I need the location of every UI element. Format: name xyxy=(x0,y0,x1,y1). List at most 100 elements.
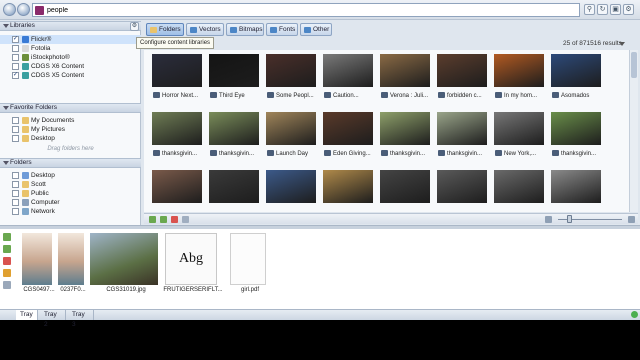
folder-checkbox[interactable] xyxy=(12,126,19,133)
result-thumbnail[interactable] xyxy=(551,54,601,87)
tab-folders[interactable]: Folders xyxy=(146,23,184,36)
zoom-slider-handle[interactable] xyxy=(567,215,572,223)
folder-item[interactable]: Scott xyxy=(0,180,141,189)
tray-export-icon[interactable] xyxy=(3,269,11,277)
add-tray-icon[interactable] xyxy=(631,311,638,318)
result-thumbnail[interactable] xyxy=(266,54,316,87)
result-thumbnail[interactable] xyxy=(551,112,601,145)
library-badge-icon xyxy=(438,92,445,98)
result-thumbnail[interactable] xyxy=(266,170,316,203)
library-item[interactable]: ✓ Flickr® xyxy=(0,35,141,44)
favorite-folder[interactable]: My Pictures xyxy=(0,125,141,134)
folder-checkbox[interactable] xyxy=(12,135,19,142)
result-thumbnail[interactable] xyxy=(551,170,601,203)
library-item[interactable]: CDGS X6 Content xyxy=(0,62,141,71)
add-icon[interactable] xyxy=(149,216,156,223)
library-checkbox[interactable]: ✓ xyxy=(12,36,19,43)
folder-checkbox[interactable] xyxy=(12,117,19,124)
library-checkbox[interactable] xyxy=(12,45,19,52)
tab-bitmaps[interactable]: Bitmaps xyxy=(226,23,264,36)
library-checkbox[interactable]: ✓ xyxy=(12,72,19,79)
library-checkbox[interactable] xyxy=(12,63,19,70)
folder-checkbox[interactable] xyxy=(12,181,19,188)
results-scrollbar[interactable] xyxy=(629,50,638,212)
favorite-folder[interactable]: Desktop xyxy=(0,134,141,143)
results-dropdown-icon[interactable] xyxy=(619,42,625,46)
folder-checkbox[interactable] xyxy=(12,199,19,206)
result-caption: New York,... xyxy=(495,150,550,158)
library-label: CDGS X5 Content xyxy=(31,72,85,79)
folder-item[interactable]: Computer xyxy=(0,198,141,207)
view-icon[interactable]: ▣ xyxy=(610,4,621,15)
result-thumbnail[interactable] xyxy=(323,170,373,203)
library-item[interactable]: Fotolia xyxy=(0,44,141,53)
tray-info-icon[interactable] xyxy=(3,281,11,289)
folder-item[interactable]: Desktop xyxy=(0,171,141,180)
tray-caption: CGS31019.jpg xyxy=(106,287,146,293)
tray-item[interactable]: Abg xyxy=(165,233,217,285)
tray-item[interactable] xyxy=(22,233,52,285)
result-thumbnail[interactable] xyxy=(209,170,259,203)
library-checkbox[interactable] xyxy=(12,54,19,61)
result-thumbnail[interactable] xyxy=(494,112,544,145)
result-thumbnail[interactable] xyxy=(437,54,487,87)
libraries-header[interactable]: Libraries xyxy=(0,21,141,31)
refresh-icon[interactable]: ↻ xyxy=(597,4,608,15)
tab-icon xyxy=(304,27,311,33)
favorite-folder[interactable]: My Documents xyxy=(0,116,141,125)
result-thumbnail[interactable] xyxy=(323,54,373,87)
tray-item[interactable] xyxy=(230,233,266,285)
result-thumbnail[interactable] xyxy=(437,112,487,145)
tray-item[interactable] xyxy=(58,233,84,285)
tab-other[interactable]: Other xyxy=(300,23,332,36)
folders-header[interactable]: Folders xyxy=(0,158,141,168)
result-thumbnail[interactable] xyxy=(380,112,430,145)
folder-item[interactable]: Network xyxy=(0,207,141,216)
result-thumbnail[interactable] xyxy=(494,170,544,203)
library-label: Fotolia xyxy=(31,45,51,52)
search-box[interactable] xyxy=(32,3,580,17)
folder-checkbox[interactable] xyxy=(12,172,19,179)
result-thumbnail[interactable] xyxy=(437,170,487,203)
tab-vectors[interactable]: Vectors xyxy=(186,23,224,36)
tray-add-icon[interactable] xyxy=(3,233,11,241)
tray-tab[interactable]: Tray xyxy=(16,310,38,320)
search-input[interactable] xyxy=(47,5,567,16)
library-item[interactable]: iStockphoto® xyxy=(0,53,141,62)
result-caption: thanksgivin... xyxy=(381,150,436,158)
result-thumbnail[interactable] xyxy=(152,112,202,145)
result-thumbnail[interactable] xyxy=(494,54,544,87)
forward-button[interactable] xyxy=(17,3,30,16)
scroll-thumb[interactable] xyxy=(631,52,637,78)
result-caption: Asomados xyxy=(552,92,607,100)
back-button[interactable] xyxy=(3,3,16,16)
result-thumbnail[interactable] xyxy=(380,54,430,87)
result-thumbnail[interactable] xyxy=(323,112,373,145)
tray-tab[interactable]: Tray 3 xyxy=(68,310,94,328)
result-caption: Third Eye xyxy=(210,92,265,100)
result-thumbnail[interactable] xyxy=(209,54,259,87)
tab-label: Bitmaps xyxy=(239,26,263,33)
settings-icon[interactable]: ⚙ xyxy=(623,4,634,15)
tray-item[interactable] xyxy=(90,233,158,285)
library-item[interactable]: ✓ CDGS X5 Content xyxy=(0,71,141,80)
favorites-header[interactable]: Favorite Folders xyxy=(0,103,141,113)
result-thumbnail[interactable] xyxy=(209,112,259,145)
configure-libraries-icon[interactable]: ⚙ xyxy=(130,22,139,31)
folder-item[interactable]: Public xyxy=(0,189,141,198)
info-icon[interactable] xyxy=(182,216,189,223)
tab-fonts[interactable]: Fonts xyxy=(266,23,298,36)
tray-copy-icon[interactable] xyxy=(3,245,11,253)
result-thumbnail[interactable] xyxy=(380,170,430,203)
result-thumbnail[interactable] xyxy=(266,112,316,145)
tray-tab[interactable]: Tray 2 xyxy=(40,310,66,328)
remove-icon[interactable] xyxy=(171,216,178,223)
result-thumbnail[interactable] xyxy=(152,54,202,87)
folder-checkbox[interactable] xyxy=(12,208,19,215)
search-go-icon[interactable]: ⚲ xyxy=(584,4,595,15)
folder-checkbox[interactable] xyxy=(12,190,19,197)
tray-delete-icon[interactable] xyxy=(3,257,11,265)
copy-icon[interactable] xyxy=(160,216,167,223)
caption-text: New York,... xyxy=(504,151,537,157)
result-thumbnail[interactable] xyxy=(152,170,202,203)
